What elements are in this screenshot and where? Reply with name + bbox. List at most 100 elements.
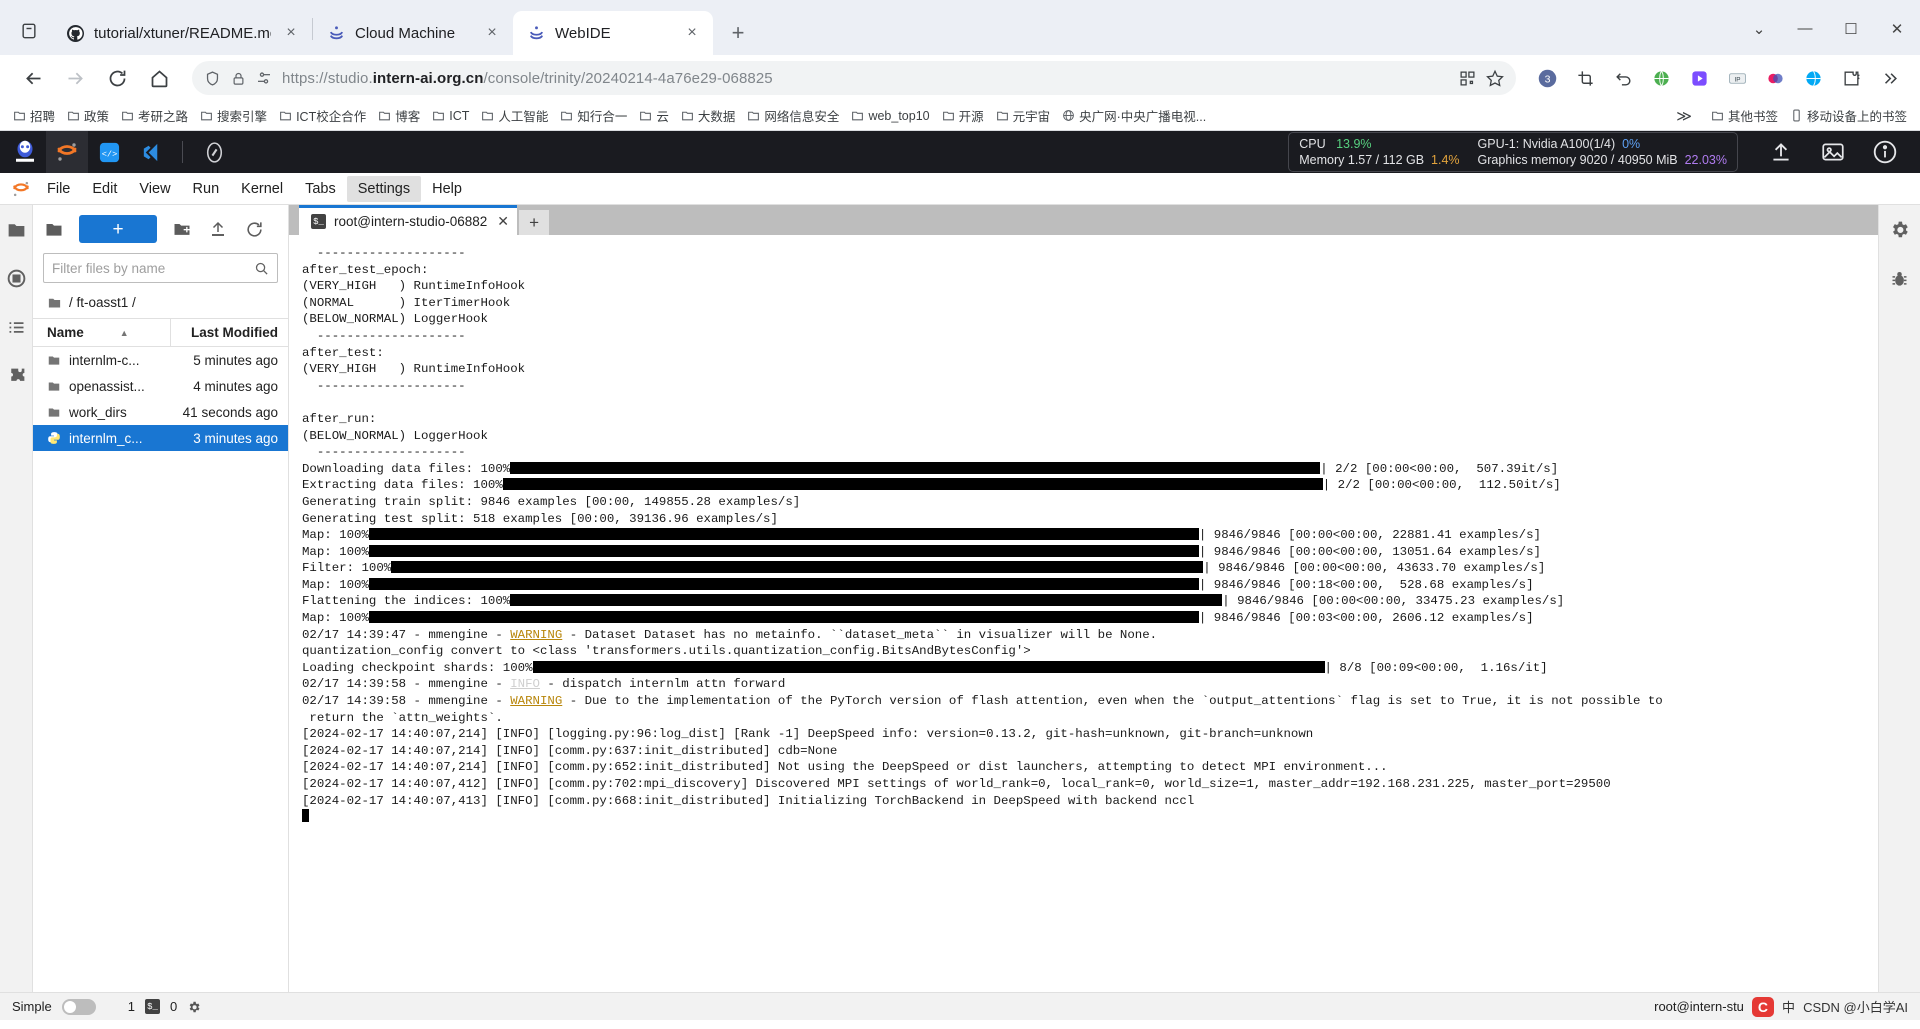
tab-search-icon[interactable] [6, 9, 52, 53]
color-ext-icon[interactable] [1758, 61, 1792, 95]
tab-close-icon-2[interactable]: × [681, 24, 703, 42]
vscode-app-icon[interactable] [130, 131, 172, 173]
extension-badge-icon[interactable]: 3 [1530, 61, 1564, 95]
search-input[interactable] [52, 260, 248, 276]
file-browser-tab-icon[interactable] [4, 217, 28, 241]
overflow-menu-icon[interactable] [1872, 61, 1906, 95]
menu-edit[interactable]: Edit [81, 176, 128, 202]
minimize-button[interactable]: — [1782, 9, 1828, 49]
bookmark-15[interactable]: 央广网·中央广播电视... [1057, 103, 1211, 128]
mobile-bookmarks-button[interactable]: 移动设备上的书签 [1785, 103, 1912, 128]
translate-icon[interactable] [1644, 61, 1678, 95]
ip-ext-icon[interactable]: IP [1720, 61, 1754, 95]
running-kernels-icon[interactable] [4, 266, 28, 290]
column-header-name[interactable]: Name ▲ [33, 319, 170, 346]
bookmark-5[interactable]: 博客 [373, 103, 425, 128]
terminal-scrollbar[interactable] [1868, 235, 1878, 992]
tune-icon[interactable] [256, 70, 272, 86]
qr-code-icon[interactable] [1459, 70, 1476, 87]
bookmark-star-icon[interactable] [1486, 69, 1504, 87]
info-icon[interactable] [1872, 139, 1898, 165]
menu-view[interactable]: View [128, 176, 181, 202]
terminal-line: Flattening the indices: 100% | 9846/9846 … [302, 594, 1565, 609]
intern-studio-logo-icon[interactable] [4, 131, 46, 173]
bookmark-4[interactable]: ICT校企合作 [274, 103, 371, 128]
undo-icon[interactable] [1606, 61, 1640, 95]
jupyter-app-icon[interactable] [46, 131, 88, 173]
list-item[interactable]: internlm_c... 3 minutes ago [33, 425, 288, 451]
debugger-icon[interactable] [1888, 267, 1912, 291]
terminal-output[interactable]: -------------------- after_test_epoch: (VE… [289, 235, 1878, 992]
menu-run[interactable]: Run [182, 176, 231, 202]
bookmark-11[interactable]: 网络信息安全 [742, 103, 844, 128]
simple-mode-toggle[interactable] [61, 998, 96, 1015]
bookmark-8[interactable]: 知行合一 [555, 103, 632, 128]
list-item[interactable]: work_dirs 41 seconds ago [33, 399, 288, 425]
bookmark-14[interactable]: 元宇宙 [991, 103, 1056, 128]
bookmark-12[interactable]: web_top10 [846, 106, 934, 126]
progress-bar [532, 660, 1325, 673]
close-window-button[interactable]: ✕ [1874, 9, 1920, 49]
bookmark-2[interactable]: 考研之路 [116, 103, 193, 128]
bookmarks-overflow-button[interactable]: ≫ [1671, 104, 1704, 128]
menu-kernel[interactable]: Kernel [230, 176, 294, 202]
maximize-button[interactable]: ☐ [1828, 9, 1874, 49]
bookmark-0[interactable]: 招聘 [8, 103, 60, 128]
terminal-tab[interactable]: $_ root@intern-studio-06882 ✕ [299, 205, 518, 235]
terminal-line: [2024-02-17 14:40:07,413] [INFO] [comm.p… [302, 793, 1195, 808]
bookmark-3[interactable]: 搜索引擎 [195, 103, 272, 128]
close-icon[interactable]: ✕ [495, 213, 509, 230]
list-item[interactable]: openassist... 4 minutes ago [33, 373, 288, 399]
bookmark-label-2: 考研之路 [138, 110, 189, 124]
forward-icon[interactable] [56, 59, 94, 97]
back-icon[interactable] [14, 59, 52, 97]
browser-tab-1[interactable]: Cloud Machine × [313, 11, 513, 55]
video-ext-icon[interactable] [1682, 61, 1716, 95]
refresh-icon[interactable] [243, 218, 265, 240]
chevron-down-icon[interactable]: ⌄ [1736, 9, 1782, 49]
new-tab-button[interactable]: + [721, 16, 755, 50]
tab-close-icon-1[interactable]: × [481, 24, 503, 42]
new-launcher-button[interactable]: + [79, 215, 157, 243]
bookmark-9[interactable]: 云 [634, 103, 674, 128]
lock-icon[interactable] [231, 71, 246, 86]
browser-tab-2[interactable]: WebIDE × [513, 11, 713, 55]
bookmark-7[interactable]: 人工智能 [476, 103, 553, 128]
compass-app-icon[interactable] [193, 131, 235, 173]
browser-tab-0[interactable]: tutorial/xtuner/README.md a × [52, 11, 312, 55]
menu-file[interactable]: File [36, 176, 81, 202]
image-icon[interactable] [1820, 139, 1846, 165]
new-terminal-tab-button[interactable]: + [519, 210, 550, 235]
menu-help[interactable]: Help [421, 176, 473, 202]
puzzle-icon[interactable] [1834, 61, 1868, 95]
bookmark-6[interactable]: ICT [427, 106, 474, 126]
table-of-contents-icon[interactable] [4, 315, 28, 339]
menu-tabs[interactable]: Tabs [294, 176, 347, 202]
breadcrumb[interactable]: / ft-oasst1 / [33, 291, 288, 318]
new-folder-icon[interactable] [171, 218, 193, 240]
url-text[interactable]: https://studio.intern-ai.org.cn/console/… [282, 70, 1449, 87]
python-file-icon [47, 431, 61, 445]
home-icon[interactable] [140, 59, 178, 97]
other-bookmarks-button[interactable]: 其他书签 [1706, 103, 1783, 128]
upload-icon[interactable] [207, 218, 229, 240]
upload-cloud-icon[interactable] [1768, 139, 1794, 165]
extension-manager-icon[interactable] [4, 364, 28, 388]
gear-icon[interactable] [187, 1000, 201, 1014]
search-icon[interactable] [254, 261, 269, 276]
property-inspector-icon[interactable] [1888, 217, 1912, 241]
reload-icon[interactable] [98, 59, 136, 97]
list-item[interactable]: internlm-c... 5 minutes ago [33, 347, 288, 373]
bookmark-1[interactable]: 政策 [62, 103, 114, 128]
screenshot-icon[interactable] [1568, 61, 1602, 95]
url-bar[interactable]: https://studio.intern-ai.org.cn/console/… [192, 61, 1516, 95]
bookmark-13[interactable]: 开源 [937, 103, 989, 128]
shield-icon[interactable] [204, 70, 221, 87]
code-server-app-icon[interactable]: </> [88, 131, 130, 173]
tab-close-icon-0[interactable]: × [280, 24, 302, 42]
column-header-modified[interactable]: Last Modified [170, 319, 288, 346]
menu-settings[interactable]: Settings [346, 175, 422, 202]
bookmark-10[interactable]: 大数据 [676, 103, 741, 128]
file-filter-box[interactable] [43, 253, 278, 283]
globe-ext-icon[interactable] [1796, 61, 1830, 95]
